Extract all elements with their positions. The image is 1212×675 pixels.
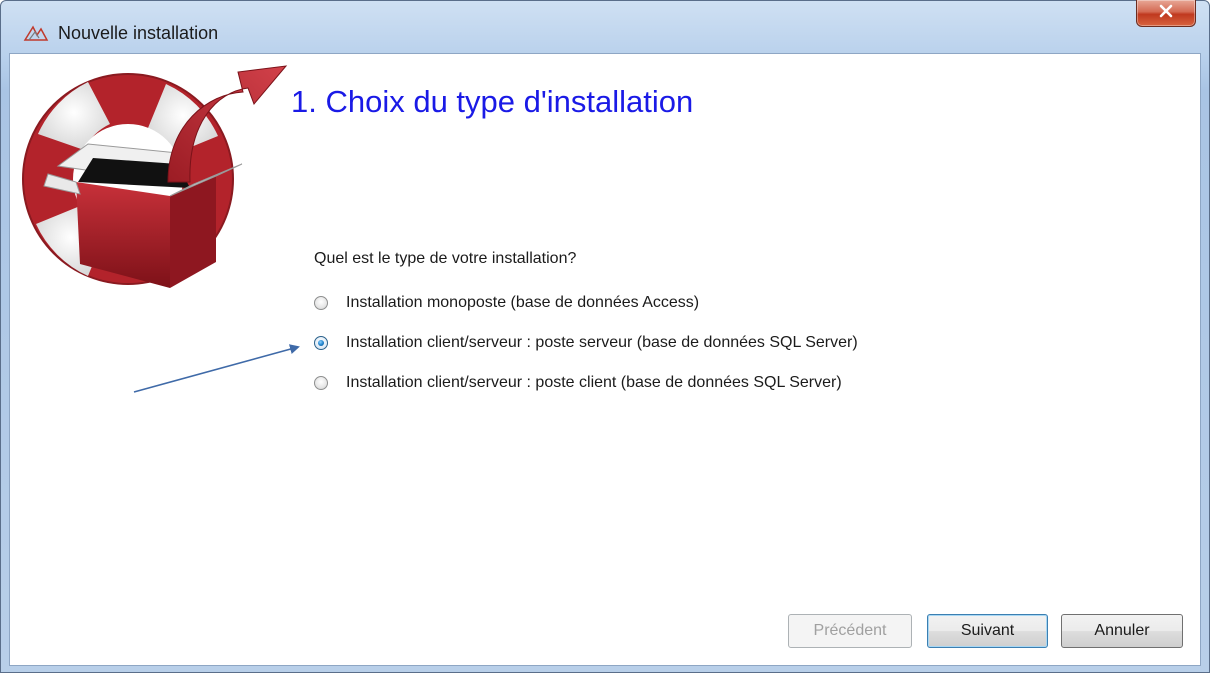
window-title: Nouvelle installation: [58, 23, 219, 43]
radio-label: Installation monoposte (base de données …: [346, 294, 700, 311]
installer-app-icon: [23, 23, 49, 43]
wizard-content: 1. Choix du type d'installation Quel est…: [9, 53, 1201, 666]
installer-window: Nouvelle installation 1. Choix du type d…: [0, 0, 1210, 673]
radio-button[interactable]: [314, 376, 328, 390]
radio-button[interactable]: [314, 296, 328, 310]
installation-type-question: Quel est le type de votre installation?: [314, 250, 577, 267]
radio-option-server[interactable]: Installation client/serveur : poste serv…: [314, 332, 858, 354]
radio-label: Installation client/serveur : poste clie…: [346, 374, 842, 391]
radio-option-standalone[interactable]: Installation monoposte (base de données …: [314, 292, 699, 314]
next-button[interactable]: Suivant: [927, 614, 1048, 648]
radio-option-client[interactable]: Installation client/serveur : poste clie…: [314, 372, 842, 394]
previous-button[interactable]: Précédent: [788, 614, 912, 648]
radio-button-selected[interactable]: [314, 336, 328, 350]
close-x-icon: [1158, 4, 1174, 23]
installer-logo: [18, 54, 288, 294]
radio-label: Installation client/serveur : poste serv…: [346, 334, 858, 351]
step-title: 1. Choix du type d'installation: [291, 84, 694, 119]
close-button[interactable]: [1136, 0, 1196, 27]
title-bar[interactable]: Nouvelle installation: [1, 0, 1209, 53]
cancel-button[interactable]: Annuler: [1061, 614, 1183, 648]
